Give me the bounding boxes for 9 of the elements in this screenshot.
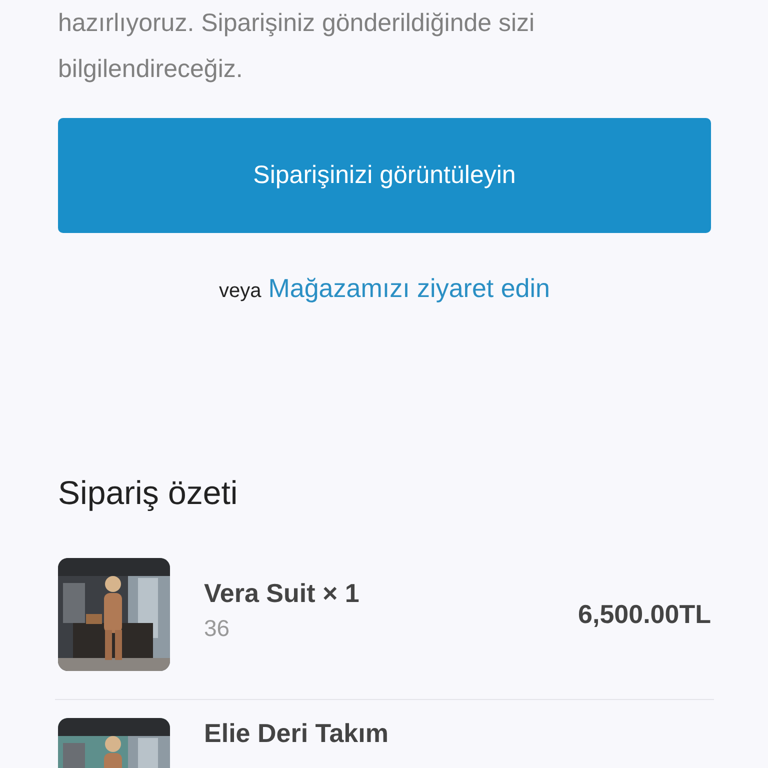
visit-store-link[interactable]: Mağazamızı ziyaret edin [268,273,550,304]
or-label: veya [218,280,262,303]
order-message: hazırlıyoruz. Siparişiniz gönderildiğinde sizi bilgilendireceğiz. [58,8,536,85]
product-name: Vera Suit × 1 [204,578,360,609]
product-name: Elie Deri Takım [204,718,390,749]
product-variant: 36 [204,615,231,642]
product-price: 6,500.00TL [578,599,711,630]
order-summary-title: Sipariş özeti [58,474,239,512]
view-order-button[interactable]: Siparişinizi görüntüleyin [58,118,711,233]
